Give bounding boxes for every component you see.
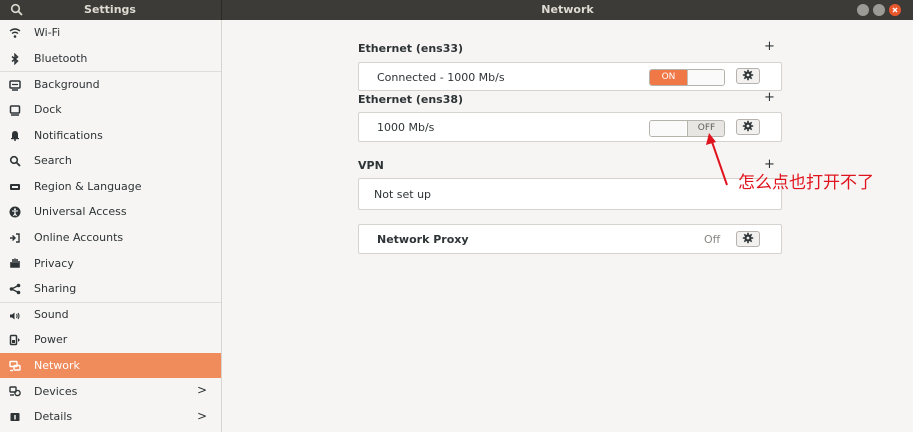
network-proxy-label: Network Proxy	[377, 233, 469, 246]
toggle-knob	[650, 121, 686, 136]
sidebar-item-label: Universal Access	[34, 205, 127, 219]
sidebar-item-power[interactable]: Power	[0, 327, 221, 353]
online-accounts-icon	[9, 232, 21, 244]
sidebar-item-label: Bluetooth	[34, 51, 88, 65]
bluetooth-icon	[9, 52, 21, 65]
network-proxy-value: Off	[704, 233, 721, 246]
sidebar-item-label: Sound	[34, 308, 69, 322]
devices-icon	[9, 385, 21, 397]
sidebar-item-privacy[interactable]: Privacy	[0, 250, 221, 276]
network-icon	[9, 360, 21, 372]
minimize-icon[interactable]	[857, 4, 869, 16]
sidebar-item-bluetooth[interactable]: Bluetooth	[0, 46, 221, 72]
ethernet-ens38-status: 1000 Mb/s	[377, 121, 435, 134]
network-proxy-settings-button[interactable]	[736, 231, 760, 247]
chevron-right-icon: >	[196, 408, 207, 423]
sidebar-item-dock[interactable]: Dock	[0, 97, 221, 123]
sidebar-item-label: Notifications	[34, 128, 103, 142]
wifi-icon	[9, 27, 21, 39]
ethernet-ens33-title: Ethernet (ens33)	[358, 42, 464, 55]
sidebar-item-label: Power	[34, 333, 68, 347]
ethernet-ens33-status: Connected - 1000 Mb/s	[377, 71, 505, 84]
ethernet-ens33-settings-button[interactable]	[736, 68, 760, 84]
accessibility-icon	[9, 206, 21, 218]
annotation-arrow-icon	[706, 133, 728, 186]
ethernet-ens33-card: Connected - 1000 Mb/s ON	[358, 62, 782, 91]
search-icon[interactable]	[8, 2, 26, 18]
sidebar-item-sound[interactable]: Sound	[0, 301, 221, 328]
sidebar-item-label: Details	[34, 410, 73, 424]
sidebar-item-region-language[interactable]: Region & Language	[0, 174, 221, 200]
window-titlebar: Settings Network	[0, 0, 913, 20]
sidebar-item-label: Privacy	[34, 256, 74, 270]
sidebar-item-universal-access[interactable]: Universal Access	[0, 199, 221, 225]
sidebar-header-title: Settings	[84, 3, 136, 16]
sidebar-item-search[interactable]: Search	[0, 148, 221, 174]
sidebar-item-label: Wi-Fi	[34, 26, 61, 40]
info-icon	[9, 411, 21, 423]
sidebar-item-online-accounts[interactable]: Online Accounts	[0, 225, 221, 251]
ethernet-ens38-title: Ethernet (ens38)	[358, 93, 464, 106]
gear-icon	[742, 232, 754, 247]
privacy-hand-icon	[9, 257, 21, 269]
sidebar-item-label: Network	[34, 359, 80, 373]
sidebar-item-label: Online Accounts	[34, 231, 124, 245]
toggle-on-label: ON	[650, 70, 687, 85]
window-title: Network	[541, 3, 594, 16]
settings-sidebar: Wi-Fi Bluetooth Background Dock Notifica…	[0, 20, 222, 432]
power-icon	[9, 334, 21, 346]
vpn-status: Not set up	[374, 188, 432, 201]
search-icon	[9, 155, 21, 167]
add-ethernet-ens38-button[interactable]: +	[764, 90, 775, 105]
speaker-icon	[9, 310, 21, 322]
sidebar-item-details[interactable]: Details >	[0, 404, 221, 430]
sidebar-item-wifi[interactable]: Wi-Fi	[0, 20, 221, 46]
gear-icon	[742, 120, 754, 135]
ethernet-ens33-toggle[interactable]: ON	[649, 69, 725, 86]
sidebar-item-label: Sharing	[34, 282, 77, 296]
annotation-text: 怎么点也打开不了	[738, 173, 874, 193]
sidebar-item-label: Search	[34, 154, 72, 168]
bell-icon	[9, 129, 21, 142]
region-icon	[9, 181, 21, 193]
network-proxy-row[interactable]: Network Proxy Off	[358, 224, 782, 254]
sidebar-item-notifications[interactable]: Notifications	[0, 122, 221, 148]
background-icon	[9, 79, 21, 91]
toggle-knob	[687, 70, 724, 85]
sidebar-item-network[interactable]: Network	[0, 352, 221, 379]
sidebar-item-label: Background	[34, 77, 100, 91]
sidebar-item-devices[interactable]: Devices >	[0, 378, 221, 404]
network-panel: Ethernet (ens33) + Connected - 1000 Mb/s…	[222, 20, 913, 432]
sidebar-item-label: Devices	[34, 384, 78, 398]
sidebar-item-background[interactable]: Background	[0, 71, 221, 97]
gear-icon	[742, 69, 754, 84]
add-ethernet-ens33-button[interactable]: +	[764, 39, 775, 54]
sidebar-item-sharing[interactable]: Sharing	[0, 276, 221, 302]
sidebar-item-label: Dock	[34, 103, 62, 117]
chevron-right-icon: >	[196, 383, 207, 398]
dock-icon	[9, 104, 21, 116]
close-icon[interactable]	[889, 4, 901, 16]
sidebar-item-label: Region & Language	[34, 179, 142, 193]
vpn-title: VPN	[358, 159, 384, 172]
share-icon	[9, 283, 21, 295]
maximize-icon[interactable]	[873, 4, 885, 16]
sidebar-header: Settings	[0, 0, 222, 20]
